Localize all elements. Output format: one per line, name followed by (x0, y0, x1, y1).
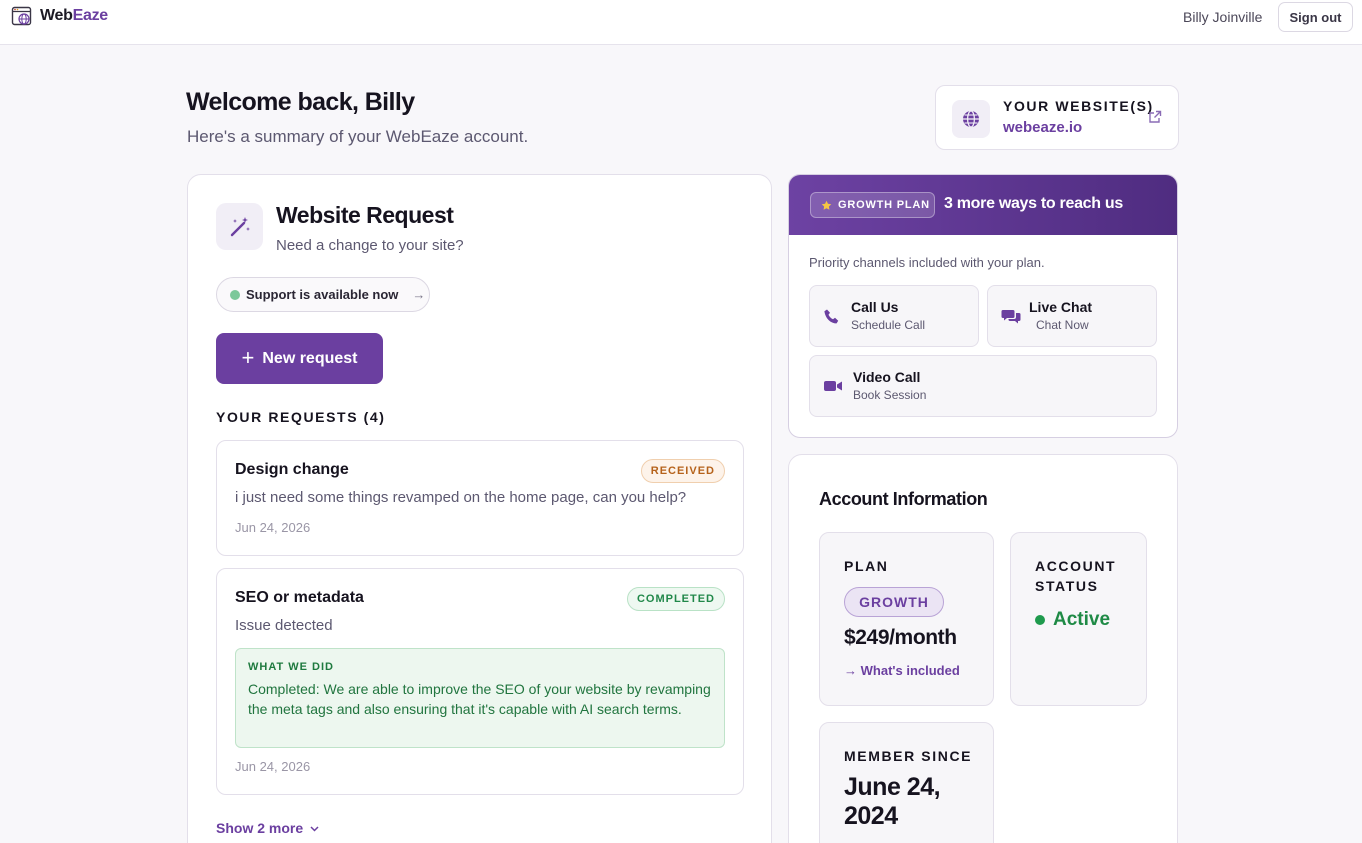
growth-plan-card: GROWTH PLAN 3 more ways to reach us Prio… (788, 174, 1178, 438)
account-status-value: Active (1035, 609, 1110, 631)
plan-price: $249/month (844, 626, 957, 649)
account-information-card: Account Information PLAN GROWTH $249/mon… (788, 454, 1178, 843)
request-title: Design change (235, 461, 349, 478)
website-request-card: Website Request Need a change to your si… (187, 174, 772, 843)
request-description: Issue detected (235, 617, 333, 634)
live-chat-subtitle: Chat Now (1036, 318, 1089, 332)
account-status-panel: ACCOUNT STATUS Active (1010, 532, 1147, 706)
request-date: Jun 24, 2026 (235, 759, 311, 774)
account-status-label: ACCOUNT STATUS (1035, 558, 1117, 594)
account-information-title: Account Information (819, 489, 988, 509)
request-date: Jun 24, 2026 (235, 520, 311, 535)
request-item[interactable]: Design change RECEIVED i just need some … (216, 440, 744, 556)
website-card[interactable]: YOUR WEBSITE(S) webeaze.io (935, 85, 1179, 150)
call-us-subtitle: Schedule Call (851, 318, 926, 332)
globe-icon (963, 110, 979, 128)
user-name: Billy Joinville (1183, 9, 1263, 25)
plus-icon: + (241, 344, 255, 370)
requests-heading: YOUR REQUESTS (4) (216, 409, 386, 425)
member-since-value: June 24, 2024 (844, 773, 941, 830)
live-chat-title: Live Chat (1029, 299, 1093, 315)
chevron-down-icon (310, 825, 319, 832)
online-dot-icon (230, 289, 240, 300)
support-status-label: Support is available now (246, 287, 399, 302)
request-description: i just need some things revamped on the … (235, 489, 687, 506)
video-call-button[interactable]: Video Call Book Session (809, 355, 1157, 417)
sign-out-button[interactable]: Sign out (1278, 2, 1353, 32)
website-link[interactable]: webeaze.io (1003, 119, 1082, 136)
plan-label: PLAN (844, 558, 889, 574)
request-card-subtitle: Need a change to your site? (276, 237, 464, 254)
show-more-label: Show 2 more (216, 820, 304, 836)
video-icon (824, 381, 842, 391)
whats-included-link[interactable]: → What's included (844, 663, 960, 678)
status-badge: RECEIVED (640, 459, 725, 483)
status-dot-icon (1035, 615, 1045, 625)
external-link-icon[interactable] (1148, 110, 1162, 124)
show-more-button[interactable]: Show 2 more (216, 820, 320, 836)
member-since-panel: MEMBER SINCE June 24, 2024 (819, 722, 994, 843)
plan-tag: GROWTH (844, 587, 944, 617)
phone-icon (824, 309, 839, 324)
growth-plan-header: GROWTH PLAN 3 more ways to reach us (789, 175, 1177, 235)
magic-wand-icon-box (216, 203, 263, 250)
live-chat-button[interactable]: Live Chat Chat Now (987, 285, 1157, 347)
globe-icon-box (952, 100, 990, 138)
what-we-did-label: WHAT WE DID (248, 661, 334, 673)
star-icon (821, 200, 832, 210)
call-us-button[interactable]: Call Us Schedule Call (809, 285, 979, 347)
brand-logo-icon (11, 6, 32, 26)
request-item[interactable]: SEO or metadata COMPLETED Issue detected… (216, 568, 744, 795)
what-we-did-box: WHAT WE DID Completed: We are able to im… (235, 648, 725, 748)
video-call-subtitle: Book Session (853, 388, 927, 402)
video-call-title: Video Call (853, 369, 921, 385)
what-we-did-text: Completed: We are able to improve the SE… (248, 681, 711, 717)
website-label: YOUR WEBSITE(S) (1003, 98, 1154, 114)
magic-wand-icon (230, 216, 250, 236)
growth-plan-pill-label: GROWTH PLAN (838, 199, 930, 211)
chat-icon (1001, 310, 1021, 324)
status-badge: COMPLETED (626, 587, 725, 611)
page-subtitle: Here's a summary of your WebEaze account… (187, 127, 529, 146)
plan-panel: PLAN GROWTH $249/month → What's included (819, 532, 994, 706)
support-status-pill[interactable]: Support is available now → (216, 277, 430, 312)
page-title: Welcome back, Billy (186, 88, 415, 116)
request-card-title: Website Request (276, 202, 454, 228)
growth-plan-pill: GROWTH PLAN (810, 192, 935, 218)
brand[interactable]: WebEaze (11, 5, 108, 27)
growth-plan-title: 3 more ways to reach us (944, 195, 1123, 212)
member-since-label: MEMBER SINCE (844, 748, 973, 764)
new-request-button[interactable]: + New request (216, 333, 383, 384)
brand-name: WebEaze (40, 7, 108, 24)
request-title: SEO or metadata (235, 589, 364, 606)
growth-plan-subtitle: Priority channels included with your pla… (809, 255, 1045, 270)
call-us-title: Call Us (851, 299, 899, 315)
arrow-right-icon: → (412, 287, 426, 302)
top-bar: WebEaze Billy Joinville Sign out (0, 0, 1362, 45)
new-request-label: New request (262, 349, 358, 367)
